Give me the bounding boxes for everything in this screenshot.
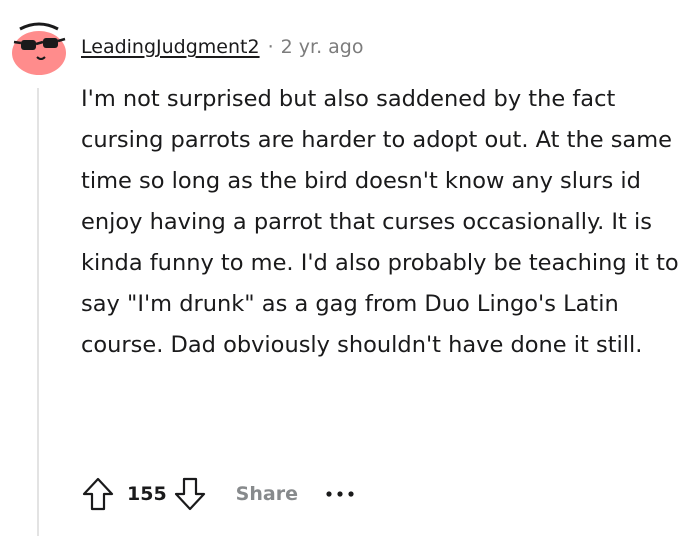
share-button[interactable]: Share bbox=[236, 483, 298, 505]
thread-line[interactable] bbox=[37, 88, 39, 536]
upvote-arrow-icon bbox=[82, 477, 114, 511]
comment-header: LeadingJudgment2 · 2 yr. ago bbox=[81, 33, 363, 61]
comment-actions: 155 Share bbox=[78, 472, 358, 516]
comment-text: I'm not surprised but also saddened by t… bbox=[81, 86, 679, 358]
downvote-arrow-icon bbox=[174, 477, 205, 511]
comment-body: I'm not surprised but also saddened by t… bbox=[81, 79, 691, 366]
more-options-button[interactable] bbox=[322, 479, 358, 509]
meta-separator: · bbox=[267, 36, 274, 58]
comment-timestamp[interactable]: 2 yr. ago bbox=[281, 36, 364, 58]
snoo-avatar-icon bbox=[12, 22, 66, 75]
more-options-icon bbox=[326, 491, 354, 497]
avatar[interactable] bbox=[10, 17, 68, 75]
vote-score: 155 bbox=[127, 483, 167, 505]
upvote-button[interactable] bbox=[78, 474, 118, 514]
author-username[interactable]: LeadingJudgment2 bbox=[81, 36, 260, 58]
downvote-button[interactable] bbox=[170, 474, 210, 514]
